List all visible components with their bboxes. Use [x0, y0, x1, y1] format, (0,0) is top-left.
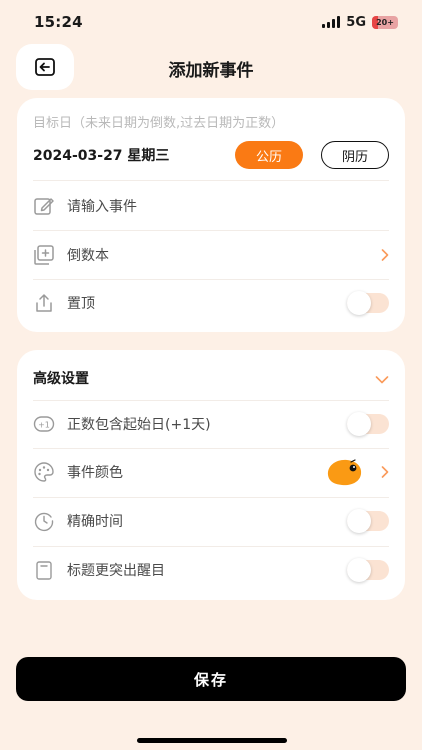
page-title: 添加新事件: [168, 61, 254, 81]
pin-label: 置顶: [67, 296, 95, 312]
add-book-icon: [33, 244, 55, 266]
status-time: 15:24: [34, 13, 83, 31]
highlight-title-row: 标题更突出醒目: [33, 546, 389, 594]
precise-time-row: 精确时间: [33, 497, 389, 545]
chevron-right-icon: [375, 466, 389, 478]
network-label: 5G: [346, 14, 366, 30]
divider: [33, 180, 389, 181]
home-indicator: [137, 738, 287, 743]
highlight-title-label: 标题更突出醒目: [67, 563, 165, 579]
chevron-right-icon: [375, 249, 389, 261]
date-row: 2024-03-27 星期三 公历 阴历: [33, 140, 389, 170]
edit-icon: [33, 195, 55, 217]
precise-time-toggle[interactable]: [347, 509, 389, 533]
event-color-row[interactable]: 事件颜色: [33, 448, 389, 496]
countdown-book-row[interactable]: 倒数本: [33, 231, 389, 279]
save-button[interactable]: 保存: [16, 657, 406, 701]
include-start-label: 正数包含起始日(+1天): [67, 417, 211, 433]
target-date-hint: 目标日（未来日期为倒数,过去日期为正数）: [33, 116, 285, 131]
event-color-label: 事件颜色: [67, 465, 123, 481]
svg-text:+1: +1: [38, 421, 50, 430]
event-name-input[interactable]: 请输入事件: [67, 196, 389, 216]
clipboard-icon: [33, 559, 55, 581]
signal-icon: [322, 16, 341, 28]
date-picker[interactable]: 2024-03-27 星期三: [33, 145, 235, 165]
pin-row: 置顶: [33, 279, 389, 327]
battery-label: 20+: [376, 17, 394, 27]
include-start-row: +1 正数包含起始日(+1天): [33, 400, 389, 448]
highlight-title-toggle[interactable]: [347, 558, 389, 582]
share-up-icon: [33, 292, 55, 314]
advanced-settings-card: 高级设置 +1 正数包含起始日(+1天) 事件颜色 精确时间 标题更突出醒目: [17, 350, 405, 600]
clock-icon: [33, 510, 55, 532]
lunar-calendar-button[interactable]: 阴历: [321, 141, 389, 169]
status-bar: 15:24 5G 20+: [0, 0, 422, 44]
event-name-row[interactable]: 请输入事件: [33, 182, 389, 230]
precise-time-label: 精确时间: [67, 514, 123, 530]
include-start-toggle[interactable]: [347, 412, 389, 436]
palette-icon: [33, 461, 55, 483]
pin-toggle[interactable]: [347, 291, 389, 315]
countdown-book-label: 倒数本: [67, 248, 109, 264]
plus-one-icon: +1: [33, 413, 55, 435]
header: 添加新事件: [0, 44, 422, 90]
color-swatch-icon[interactable]: [325, 457, 363, 487]
event-card: 目标日（未来日期为倒数,过去日期为正数） 2024-03-27 星期三 公历 阴…: [17, 98, 405, 332]
chevron-down-icon[interactable]: [375, 370, 389, 389]
status-icons: 5G 20+: [322, 15, 398, 30]
solar-calendar-button[interactable]: 公历: [235, 141, 303, 169]
battery-icon: 20+: [372, 15, 398, 29]
advanced-settings-title[interactable]: 高级设置: [33, 368, 89, 388]
